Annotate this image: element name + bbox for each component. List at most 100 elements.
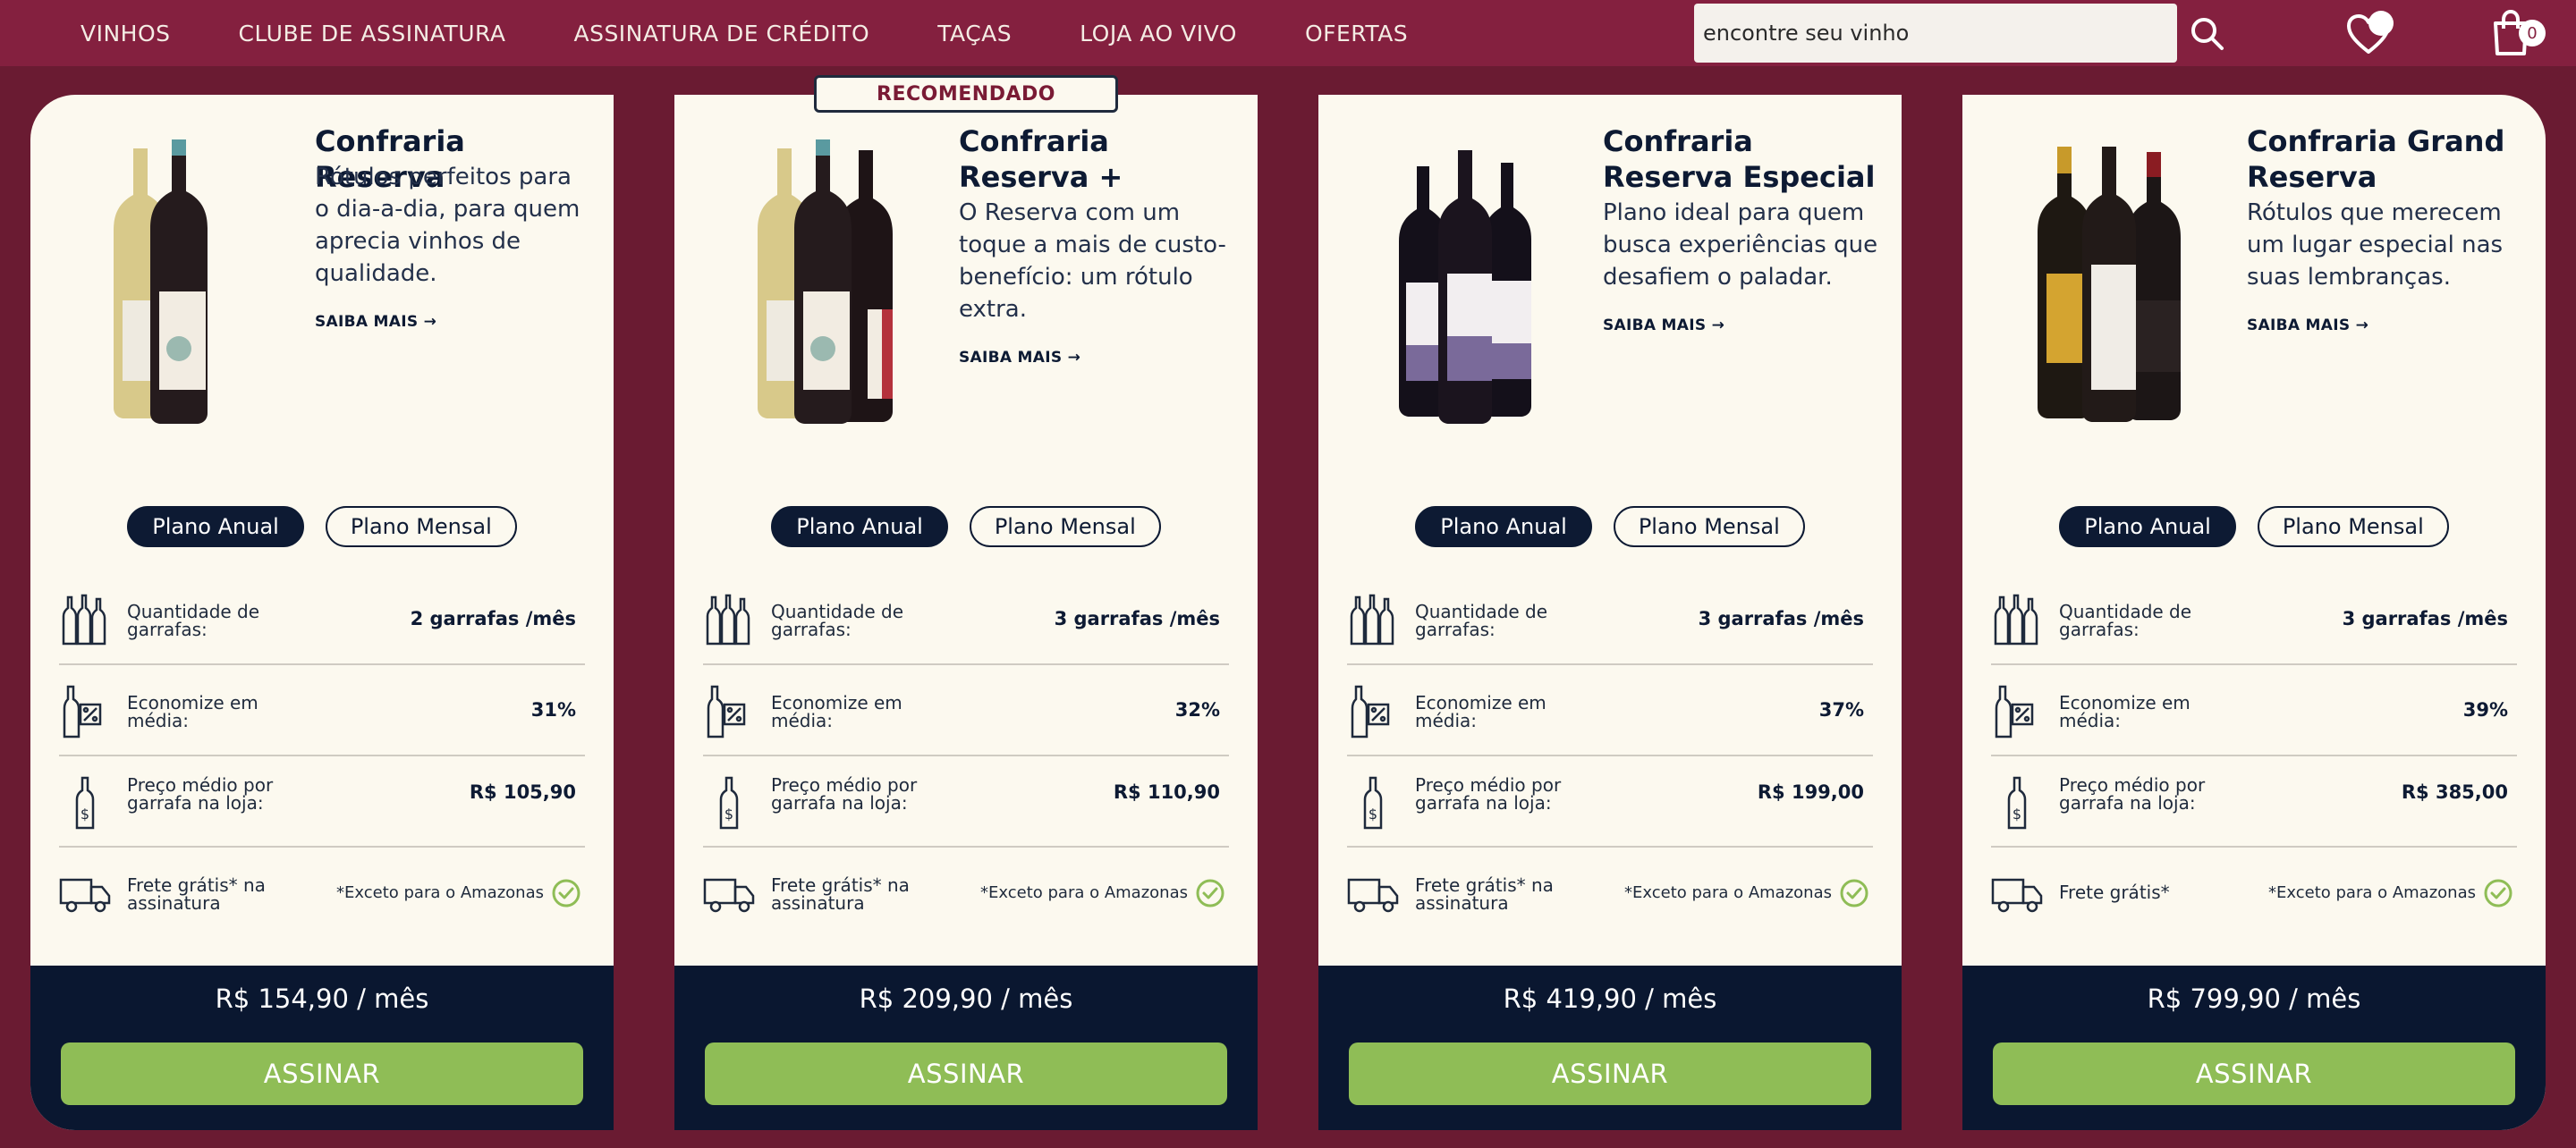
shipping-label: Frete grátis*	[2059, 882, 2170, 903]
search-input[interactable]	[1703, 21, 2177, 46]
quantity-label: Quantidade de garrafas:	[1415, 601, 1548, 640]
wine-bottles-image	[1399, 150, 1531, 424]
avg-price-label: Preço médio por garrafa na loja:	[1415, 774, 1562, 814]
savings-label: Economize em média:	[1415, 692, 1546, 731]
shipping-note: *Exceto para o Amazonas	[336, 883, 544, 902]
plan-details: Quantidade de garrafas: 3 garrafas /mês …	[1991, 574, 2517, 939]
plan-title: Confraria Reserva +	[959, 124, 1123, 194]
bottles-icon	[1994, 594, 2038, 646]
wishlist-badge	[2368, 11, 2394, 36]
assinar-button[interactable]: ASSINAR	[1349, 1042, 1871, 1105]
saiba-mais-label: SAIBA MAIS	[315, 313, 419, 331]
plan-price: R$ 209,90 / mês	[859, 983, 1073, 1014]
saiba-mais-link[interactable]: SAIBA MAIS →	[315, 313, 436, 331]
bottle-discount-icon	[707, 685, 746, 739]
wine-bottles-image	[114, 139, 208, 424]
avg-price-value: R$ 105,90	[469, 781, 576, 803]
saiba-mais-label: SAIBA MAIS	[959, 349, 1063, 367]
shipping-label: Frete grátis* na assinatura	[771, 874, 910, 914]
plan-toggle: Plano Anual Plano Mensal	[674, 506, 1258, 547]
quantity-value: 3 garrafas /mês	[1054, 608, 1220, 629]
nav-link-tacas[interactable]: TAÇAS	[937, 21, 1012, 46]
arrow-right-icon: →	[2355, 317, 2369, 334]
savings-label: Economize em média:	[771, 692, 902, 731]
quantity-value: 2 garrafas /mês	[410, 608, 576, 629]
saiba-mais-link[interactable]: SAIBA MAIS →	[1603, 317, 1724, 334]
plan-card-reserva-plus: Confraria Reserva + O Reserva com um toq…	[674, 95, 1258, 1130]
bottle-price-icon: $	[1363, 776, 1383, 830]
plan-anual-button[interactable]: Plano Anual	[771, 506, 948, 547]
nav-link-credito[interactable]: ASSINATURA DE CRÉDITO	[573, 21, 869, 46]
detail-row-shipping: Frete grátis* *Exceto para o Amazonas	[1991, 848, 2517, 939]
wine-bottles-image	[2038, 147, 2181, 422]
nav-links: VINHOS CLUBE DE ASSINATURA ASSINATURA DE…	[0, 0, 1476, 66]
bottles-icon	[62, 594, 106, 646]
search-icon[interactable]	[2186, 13, 2229, 55]
avg-price-label: Preço médio por garrafa na loja:	[771, 774, 918, 814]
arrow-right-icon: →	[1067, 349, 1081, 367]
shipping-note: *Exceto para o Amazonas	[1624, 883, 1832, 902]
nav-link-ofertas[interactable]: OFERTAS	[1305, 21, 1408, 46]
check-circle-icon	[2484, 879, 2512, 907]
plan-anual-button[interactable]: Plano Anual	[2059, 506, 2236, 547]
saiba-mais-link[interactable]: SAIBA MAIS →	[959, 349, 1080, 367]
detail-row-quantity: Quantidade de garrafas: 3 garrafas /mês	[1991, 574, 2517, 665]
plan-title: Confraria Reserva Especial	[1603, 124, 1876, 194]
assinar-button[interactable]: ASSINAR	[1993, 1042, 2515, 1105]
detail-row-shipping: Frete grátis* na assinatura *Exceto para…	[703, 848, 1229, 939]
recommended-badge: RECOMENDADO	[814, 75, 1118, 113]
shipping-note: *Exceto para o Amazonas	[980, 883, 1188, 902]
saiba-mais-label: SAIBA MAIS	[2247, 317, 2351, 334]
truck-icon	[1347, 878, 1399, 913]
bottle-discount-icon	[1995, 685, 2034, 739]
plan-anual-button[interactable]: Plano Anual	[1415, 506, 1592, 547]
plan-description: Plano ideal para quem busca experiências…	[1603, 199, 1878, 291]
assinar-button[interactable]: ASSINAR	[61, 1042, 583, 1105]
check-circle-icon	[1840, 879, 1868, 907]
detail-row-avg-price: $ Preço médio por garrafa na loja: R$ 10…	[59, 756, 585, 848]
plan-mensal-button[interactable]: Plano Mensal	[1613, 506, 1805, 547]
detail-row-savings: Economize em média: 39%	[1991, 665, 2517, 756]
assinar-button[interactable]: ASSINAR	[705, 1042, 1227, 1105]
plan-details: Quantidade de garrafas: 2 garrafas /mês …	[59, 574, 585, 939]
arrow-right-icon: →	[1711, 317, 1725, 334]
shipping-label: Frete grátis* na assinatura	[127, 874, 266, 914]
savings-value: 31%	[530, 699, 576, 721]
plan-card-grand-reserva: Confraria Grand Reserva Rótulos que mere…	[1962, 95, 2546, 1130]
plan-mensal-button[interactable]: Plano Mensal	[325, 506, 517, 547]
truck-icon	[59, 878, 111, 913]
plan-toggle: Plano Anual Plano Mensal	[30, 506, 614, 547]
plan-card-reserva-especial: Confraria Reserva Especial Plano ideal p…	[1318, 95, 1902, 1130]
card-footer: R$ 419,90 / mês ASSINAR	[1318, 966, 1902, 1130]
detail-row-savings: Economize em média: 37%	[1347, 665, 1873, 756]
bottles-icon	[1350, 594, 1394, 646]
detail-row-avg-price: $ Preço médio por garrafa na loja: R$ 38…	[1991, 756, 2517, 848]
plan-toggle: Plano Anual Plano Mensal	[1318, 506, 1902, 547]
plan-mensal-button[interactable]: Plano Mensal	[969, 506, 1161, 547]
svg-text:$: $	[80, 806, 89, 823]
bottle-discount-icon	[1351, 685, 1390, 739]
svg-text:$: $	[2012, 806, 2021, 823]
check-circle-icon	[1196, 879, 1224, 907]
saiba-mais-link[interactable]: SAIBA MAIS →	[2247, 317, 2368, 334]
arrow-right-icon: →	[423, 313, 437, 331]
savings-label: Economize em média:	[2059, 692, 2190, 731]
svg-text:$: $	[724, 806, 733, 823]
quantity-label: Quantidade de garrafas:	[2059, 601, 2192, 640]
quantity-value: 3 garrafas /mês	[1698, 608, 1864, 629]
plan-anual-button[interactable]: Plano Anual	[127, 506, 304, 547]
nav-link-vinhos[interactable]: VINHOS	[80, 21, 171, 46]
bottle-price-icon: $	[719, 776, 739, 830]
bottle-price-icon: $	[2007, 776, 2027, 830]
avg-price-value: R$ 110,90	[1113, 781, 1220, 803]
quantity-label: Quantidade de garrafas:	[771, 601, 904, 640]
nav-link-clube[interactable]: CLUBE DE ASSINATURA	[239, 21, 506, 46]
detail-row-shipping: Frete grátis* na assinatura *Exceto para…	[1347, 848, 1873, 939]
detail-row-quantity: Quantidade de garrafas: 3 garrafas /mês	[703, 574, 1229, 665]
plan-title: Confraria Grand Reserva	[2247, 124, 2505, 194]
nav-link-loja[interactable]: LOJA AO VIVO	[1080, 21, 1237, 46]
plan-mensal-button[interactable]: Plano Mensal	[2257, 506, 2449, 547]
check-circle-icon	[552, 879, 580, 907]
avg-price-value: R$ 199,00	[1757, 781, 1864, 803]
plan-description: O Reserva com um toque a mais de custo-b…	[959, 199, 1226, 323]
